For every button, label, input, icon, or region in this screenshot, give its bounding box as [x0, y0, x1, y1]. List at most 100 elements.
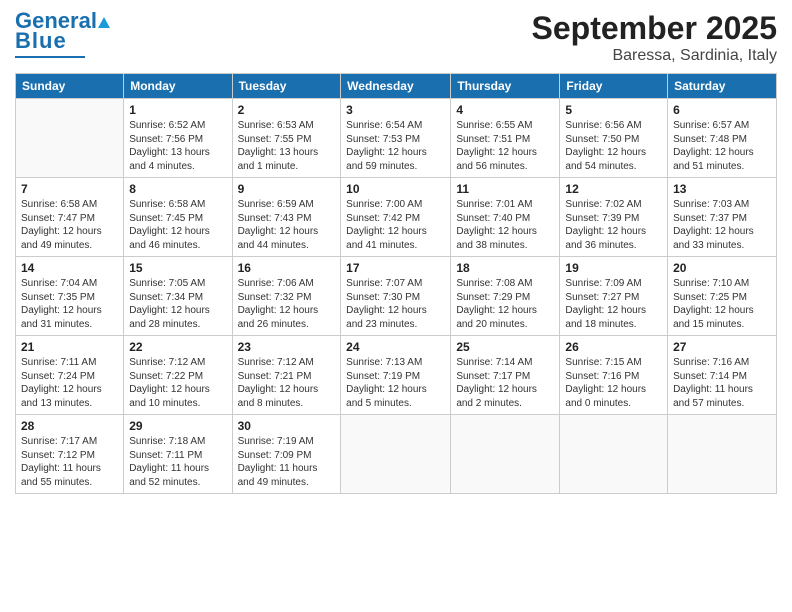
day-number: 11: [456, 182, 554, 196]
table-row: 13 Sunrise: 7:03 AMSunset: 7:37 PMDayligh…: [668, 178, 777, 257]
day-number: 10: [346, 182, 445, 196]
table-row: 24 Sunrise: 7:13 AMSunset: 7:19 PMDayligh…: [341, 336, 451, 415]
table-row: 15 Sunrise: 7:05 AMSunset: 7:34 PMDayligh…: [124, 257, 232, 336]
col-thursday: Thursday: [451, 74, 560, 99]
day-info: Sunrise: 7:12 AMSunset: 7:21 PMDaylight:…: [238, 356, 336, 410]
col-friday: Friday: [560, 74, 668, 99]
day-number: 29: [129, 419, 226, 433]
day-info: Sunrise: 6:54 AMSunset: 7:53 PMDaylight:…: [346, 119, 445, 173]
day-info: Sunrise: 7:18 AMSunset: 7:11 PMDaylight:…: [129, 435, 226, 489]
calendar-table: Sunday Monday Tuesday Wednesday Thursday…: [15, 73, 777, 494]
calendar-week-row: 7 Sunrise: 6:58 AMSunset: 7:47 PMDaylight…: [16, 178, 777, 257]
day-number: 16: [238, 261, 336, 275]
header: General Blue September 2025 Baressa, Sar…: [15, 10, 777, 65]
table-row: 20Sunrise: 7:10 AMSunset: 7:25 PMDayligh…: [668, 257, 777, 336]
day-number: 8: [129, 182, 226, 196]
table-row: [560, 415, 668, 494]
day-info: Sunrise: 6:56 AMSunset: 7:50 PMDaylight:…: [565, 119, 662, 173]
table-row: 21 Sunrise: 7:11 AMSunset: 7:24 PMDayligh…: [16, 336, 124, 415]
table-row: 18 Sunrise: 7:08 AMSunset: 7:29 PMDayligh…: [451, 257, 560, 336]
day-number: 27: [673, 340, 771, 354]
table-row: 25 Sunrise: 7:14 AMSunset: 7:17 PMDayligh…: [451, 336, 560, 415]
day-info: Sunrise: 7:10 AMSunset: 7:25 PMDaylight:…: [673, 277, 771, 331]
day-info: Sunrise: 7:13 AMSunset: 7:19 PMDaylight:…: [346, 356, 445, 410]
location: Baressa, Sardinia, Italy: [532, 47, 777, 65]
day-info: Sunrise: 7:17 AMSunset: 7:12 PMDaylight:…: [21, 435, 118, 489]
table-row: 6 Sunrise: 6:57 AMSunset: 7:48 PMDaylight…: [668, 99, 777, 178]
day-info: Sunrise: 7:05 AMSunset: 7:34 PMDaylight:…: [129, 277, 226, 331]
day-info: Sunrise: 6:55 AMSunset: 7:51 PMDaylight:…: [456, 119, 554, 173]
day-info: Sunrise: 7:16 AMSunset: 7:14 PMDaylight:…: [673, 356, 771, 410]
day-number: 6: [673, 103, 771, 117]
table-row: 10Sunrise: 7:00 AMSunset: 7:42 PMDayligh…: [341, 178, 451, 257]
day-info: Sunrise: 7:02 AMSunset: 7:39 PMDaylight:…: [565, 198, 662, 252]
calendar-week-row: 21 Sunrise: 7:11 AMSunset: 7:24 PMDayligh…: [16, 336, 777, 415]
day-info: Sunrise: 7:19 AMSunset: 7:09 PMDaylight:…: [238, 435, 336, 489]
day-number: 25: [456, 340, 554, 354]
calendar-header-row: Sunday Monday Tuesday Wednesday Thursday…: [16, 74, 777, 99]
table-row: 8 Sunrise: 6:58 AMSunset: 7:45 PMDaylight…: [124, 178, 232, 257]
day-info: Sunrise: 6:58 AMSunset: 7:45 PMDaylight:…: [129, 198, 226, 252]
day-number: 12: [565, 182, 662, 196]
day-number: 4: [456, 103, 554, 117]
table-row: 17 Sunrise: 7:07 AMSunset: 7:30 PMDayligh…: [341, 257, 451, 336]
day-info: Sunrise: 7:14 AMSunset: 7:17 PMDaylight:…: [456, 356, 554, 410]
col-wednesday: Wednesday: [341, 74, 451, 99]
day-info: Sunrise: 7:09 AMSunset: 7:27 PMDaylight:…: [565, 277, 662, 331]
day-number: 15: [129, 261, 226, 275]
table-row: 1Sunrise: 6:52 AMSunset: 7:56 PMDaylight…: [124, 99, 232, 178]
table-row: 19Sunrise: 7:09 AMSunset: 7:27 PMDayligh…: [560, 257, 668, 336]
day-number: 3: [346, 103, 445, 117]
col-sunday: Sunday: [16, 74, 124, 99]
day-number: 7: [21, 182, 118, 196]
logo-divider: [15, 56, 85, 58]
calendar-week-row: 14Sunrise: 7:04 AMSunset: 7:35 PMDayligh…: [16, 257, 777, 336]
day-number: 17: [346, 261, 445, 275]
day-number: 14: [21, 261, 118, 275]
table-row: 26 Sunrise: 7:15 AMSunset: 7:16 PMDayligh…: [560, 336, 668, 415]
day-info: Sunrise: 7:07 AMSunset: 7:30 PMDaylight:…: [346, 277, 445, 331]
day-number: 21: [21, 340, 118, 354]
day-number: 26: [565, 340, 662, 354]
table-row: 29 Sunrise: 7:18 AMSunset: 7:11 PMDayligh…: [124, 415, 232, 494]
table-row: 27 Sunrise: 7:16 AMSunset: 7:14 PMDayligh…: [668, 336, 777, 415]
day-info: Sunrise: 6:52 AMSunset: 7:56 PMDaylight:…: [129, 119, 226, 173]
month-title: September 2025: [532, 10, 777, 47]
day-info: Sunrise: 6:58 AMSunset: 7:47 PMDaylight:…: [21, 198, 118, 252]
day-info: Sunrise: 6:59 AMSunset: 7:43 PMDaylight:…: [238, 198, 336, 252]
logo-triangle-icon: [98, 17, 110, 28]
main-container: General Blue September 2025 Baressa, Sar…: [0, 0, 792, 504]
col-tuesday: Tuesday: [232, 74, 341, 99]
day-info: Sunrise: 7:12 AMSunset: 7:22 PMDaylight:…: [129, 356, 226, 410]
day-info: Sunrise: 7:08 AMSunset: 7:29 PMDaylight:…: [456, 277, 554, 331]
day-info: Sunrise: 7:11 AMSunset: 7:24 PMDaylight:…: [21, 356, 118, 410]
day-info: Sunrise: 7:01 AMSunset: 7:40 PMDaylight:…: [456, 198, 554, 252]
table-row: 7 Sunrise: 6:58 AMSunset: 7:47 PMDaylight…: [16, 178, 124, 257]
day-number: 2: [238, 103, 336, 117]
table-row: 30 Sunrise: 7:19 AMSunset: 7:09 PMDayligh…: [232, 415, 341, 494]
table-row: [341, 415, 451, 494]
table-row: [668, 415, 777, 494]
day-number: 28: [21, 419, 118, 433]
day-info: Sunrise: 6:53 AMSunset: 7:55 PMDaylight:…: [238, 119, 336, 173]
day-info: Sunrise: 7:15 AMSunset: 7:16 PMDaylight:…: [565, 356, 662, 410]
day-info: Sunrise: 6:57 AMSunset: 7:48 PMDaylight:…: [673, 119, 771, 173]
day-number: 30: [238, 419, 336, 433]
table-row: 23Sunrise: 7:12 AMSunset: 7:21 PMDayligh…: [232, 336, 341, 415]
calendar-week-row: 28 Sunrise: 7:17 AMSunset: 7:12 PMDayligh…: [16, 415, 777, 494]
day-number: 9: [238, 182, 336, 196]
day-number: 24: [346, 340, 445, 354]
logo: General Blue: [15, 10, 111, 58]
col-saturday: Saturday: [668, 74, 777, 99]
table-row: [16, 99, 124, 178]
day-info: Sunrise: 7:03 AMSunset: 7:37 PMDaylight:…: [673, 198, 771, 252]
table-row: 11 Sunrise: 7:01 AMSunset: 7:40 PMDayligh…: [451, 178, 560, 257]
col-monday: Monday: [124, 74, 232, 99]
day-number: 5: [565, 103, 662, 117]
logo-blue-text: Blue: [15, 28, 67, 54]
day-number: 13: [673, 182, 771, 196]
day-number: 18: [456, 261, 554, 275]
title-block: September 2025 Baressa, Sardinia, Italy: [532, 10, 777, 65]
table-row: 22Sunrise: 7:12 AMSunset: 7:22 PMDayligh…: [124, 336, 232, 415]
table-row: 16Sunrise: 7:06 AMSunset: 7:32 PMDayligh…: [232, 257, 341, 336]
